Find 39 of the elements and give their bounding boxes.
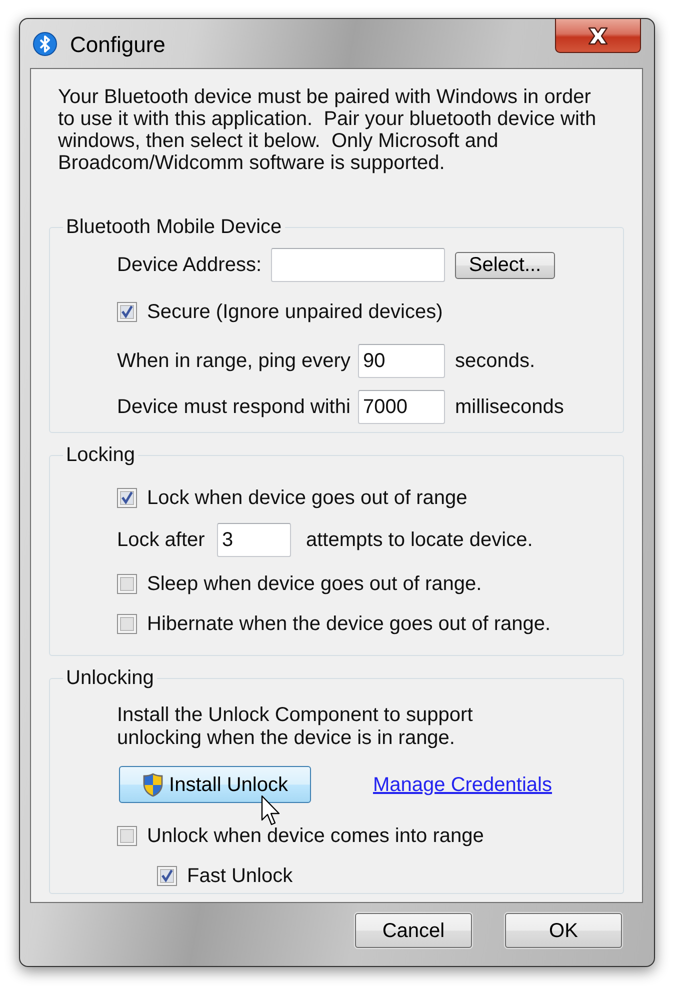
close-button[interactable]	[555, 19, 641, 53]
window-title: Configure	[70, 32, 166, 58]
field-label: Device Address:	[117, 254, 263, 276]
checkbox[interactable]	[117, 826, 137, 846]
manage-credentials-link[interactable]: Manage Credentials	[373, 774, 552, 796]
checkbox-label: Secure (Ignore unpaired devices)	[147, 301, 443, 323]
checkbox-label: Lock when device goes out of range	[147, 487, 468, 509]
checkbox[interactable]	[117, 302, 137, 322]
close-icon	[586, 26, 610, 46]
dialog-button[interactable]: Cancel	[355, 913, 472, 948]
input-field[interactable]: 3	[217, 523, 291, 557]
checkbox[interactable]	[117, 614, 137, 634]
select-button[interactable]: Select...	[455, 252, 555, 278]
field-label: Device must respond withi	[117, 396, 352, 418]
bluetooth-icon	[33, 32, 57, 56]
unit-label: seconds.	[455, 350, 536, 372]
description-text: Install the Unlock Component to support unlocking when the device is in range.	[117, 704, 474, 750]
group-title: Unlocking	[65, 667, 155, 689]
checkbox-label: Sleep when device goes out of range.	[147, 573, 482, 595]
intro-text: Your Bluetooth device must be paired with Windows in order to use it with this application. Pair your bluetooth device with windows, then select it below. Only Microsoft and Broadcom/Widcomm software is supported.	[57, 85, 598, 174]
checkbox[interactable]	[117, 574, 137, 594]
dialog-button[interactable]: OK	[505, 913, 622, 948]
shield-icon	[142, 772, 164, 798]
checkbox-label: Fast Unlock	[187, 865, 293, 887]
field-label: Lock after	[117, 529, 206, 551]
input-field[interactable]: 90	[358, 344, 445, 378]
checkbox-label: Unlock when device comes into range	[147, 825, 484, 847]
checkbox[interactable]	[157, 866, 177, 886]
checkbox[interactable]	[117, 488, 137, 508]
unit-label: milliseconds	[455, 396, 564, 418]
input-field[interactable]: 7000	[358, 390, 445, 424]
mouse-pointer-icon	[261, 795, 282, 826]
group-title: Bluetooth Mobile Device	[65, 216, 283, 238]
input-field[interactable]	[271, 248, 445, 282]
unit-label: attempts to locate device.	[306, 529, 533, 551]
group-title: Locking	[65, 444, 136, 466]
install-unlock-button[interactable]: Install Unlock	[119, 766, 311, 803]
field-label: When in range, ping every	[117, 350, 352, 372]
checkbox-label: Hibernate when the device goes out of range.	[147, 613, 551, 635]
